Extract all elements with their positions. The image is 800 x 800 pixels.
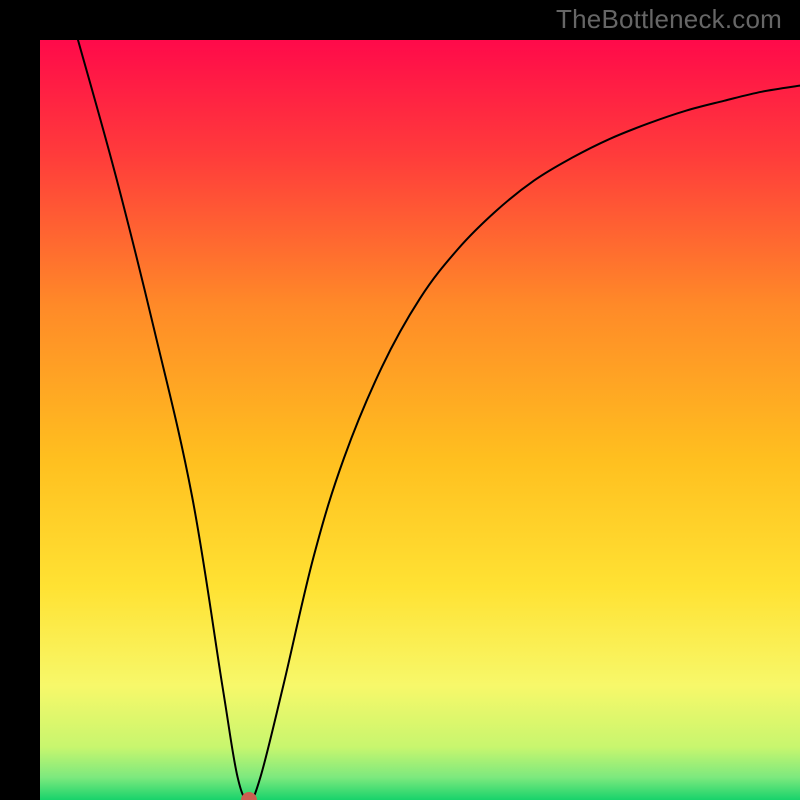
chart-frame [20,20,780,780]
watermark-text: TheBottleneck.com [556,4,782,35]
bottleneck-curve [40,40,800,800]
plot-area [40,40,800,800]
